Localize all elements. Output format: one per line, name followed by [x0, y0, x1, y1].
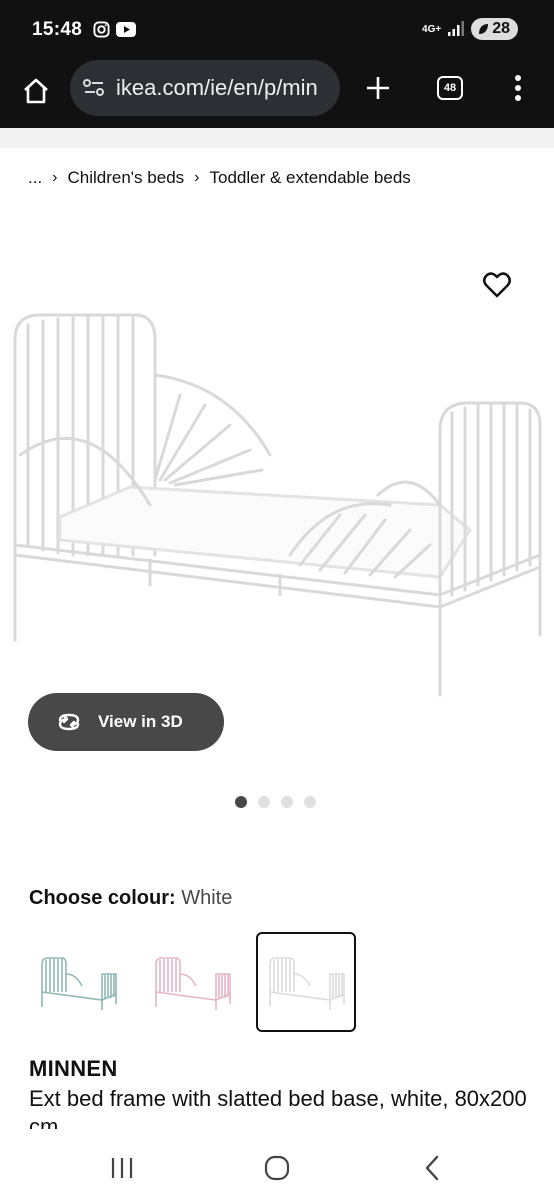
- carousel-dot[interactable]: [235, 796, 247, 808]
- breadcrumb-childrens-beds[interactable]: Children's beds: [68, 168, 185, 188]
- bed-thumbnail-pink: [155, 957, 231, 1010]
- image-carousel-dots: [235, 796, 316, 808]
- battery-saver-icon: [479, 24, 489, 34]
- breadcrumb-ellipsis[interactable]: ...: [28, 168, 42, 188]
- breadcrumb: ... › Children's beds › Toddler & extend…: [28, 168, 411, 188]
- colour-label: Choose colour:: [29, 887, 176, 909]
- signal-icon: [448, 21, 465, 36]
- carousel-dot[interactable]: [304, 796, 316, 808]
- recent-apps-button[interactable]: [102, 1154, 142, 1182]
- product-image[interactable]: [0, 255, 554, 705]
- home-circle-icon: [264, 1155, 290, 1181]
- recents-icon: [111, 1158, 133, 1178]
- heart-icon: [483, 272, 511, 298]
- colour-chooser-label: Choose colour: White: [29, 887, 232, 910]
- product-description: Ext bed frame with slatted bed base, whi…: [29, 1086, 527, 1129]
- carousel-dot[interactable]: [281, 796, 293, 808]
- colour-swatch-pink[interactable]: [142, 932, 242, 1032]
- chevron-right-icon: ›: [194, 169, 200, 186]
- network-label: 4G+: [422, 23, 442, 35]
- url-text: ikea.com/ie/en/p/min: [116, 75, 318, 100]
- carousel-dot[interactable]: [258, 796, 270, 808]
- back-icon: [425, 1155, 439, 1181]
- save-to-favourites-button[interactable]: [480, 268, 514, 302]
- home-icon: [24, 78, 48, 104]
- view-in-3d-button[interactable]: View in 3D: [28, 693, 224, 751]
- status-bar: 15:48 4G+ 28: [0, 0, 554, 58]
- more-vertical-icon: [515, 75, 521, 101]
- breadcrumb-toddler-beds[interactable]: Toddler & extendable beds: [209, 168, 410, 188]
- bed-thumbnail-white: [269, 957, 345, 1010]
- browser-toolbar: ikea.com/ie/en/p/min 48: [0, 58, 554, 128]
- tab-count: 48: [437, 76, 463, 100]
- system-navigation-bar: [0, 1134, 554, 1200]
- colour-swatch-white[interactable]: [256, 932, 356, 1032]
- instagram-icon: [93, 21, 110, 38]
- system-back-button[interactable]: [412, 1152, 452, 1184]
- bed-thumbnail-blue-green: [41, 957, 117, 1010]
- rotate-3d-icon: [58, 713, 80, 731]
- system-home-button[interactable]: [257, 1152, 297, 1184]
- battery-level: 28: [492, 20, 510, 37]
- new-tab-button[interactable]: [358, 68, 398, 108]
- view-in-3d-label: View in 3D: [98, 712, 183, 731]
- colour-swatch-blue-green[interactable]: [28, 932, 128, 1032]
- plus-icon: [367, 77, 389, 99]
- page-top-strip: [0, 128, 554, 148]
- browser-menu-button[interactable]: [500, 68, 536, 108]
- status-time: 15:48: [32, 19, 83, 40]
- notification-icons: [93, 21, 136, 38]
- battery-indicator: 28: [471, 18, 518, 40]
- tab-switcher-button[interactable]: 48: [430, 68, 470, 108]
- youtube-icon: [116, 22, 136, 37]
- address-bar[interactable]: ikea.com/ie/en/p/min: [70, 60, 340, 116]
- colour-value: White: [181, 887, 233, 909]
- product-name: MINNEN: [29, 1056, 118, 1081]
- colour-swatches: [28, 932, 356, 1032]
- browser-home-button[interactable]: [16, 71, 56, 111]
- status-indicators: 4G+ 28: [422, 18, 518, 40]
- site-settings-icon[interactable]: [82, 77, 106, 99]
- chevron-right-icon: ›: [52, 169, 58, 186]
